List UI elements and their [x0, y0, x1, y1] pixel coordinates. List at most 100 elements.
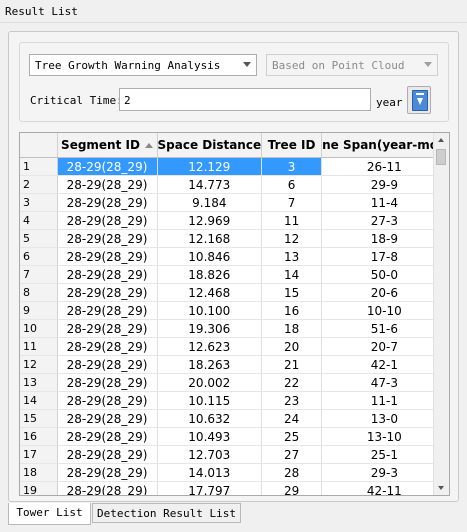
table-row[interactable]: 15 28-29(28_29) 10.632 24 13-0 [20, 409, 448, 428]
tree-id-cell[interactable]: 21 [261, 355, 323, 374]
table-row[interactable]: 12 28-29(28_29) 18.263 21 42-1 [20, 355, 448, 374]
table-row[interactable]: 10 28-29(28_29) 19.306 18 51-6 [20, 319, 448, 338]
segment-id-cell[interactable]: 28-29(28_29) [57, 193, 158, 212]
row-number-cell[interactable]: 10 [20, 319, 58, 338]
column-header-tree-id[interactable]: Tree ID [261, 133, 323, 158]
row-number-cell[interactable]: 16 [20, 427, 58, 446]
tree-id-cell[interactable]: 14 [261, 265, 323, 284]
row-number-cell[interactable]: 3 [20, 193, 58, 212]
time-span-cell[interactable]: 20-6 [321, 283, 448, 302]
row-number-cell[interactable]: 13 [20, 373, 58, 392]
time-span-cell[interactable]: 42-1 [321, 355, 448, 374]
time-span-cell[interactable]: 29-9 [321, 175, 448, 194]
time-span-cell[interactable]: 25-1 [321, 445, 448, 464]
space-distance-cell[interactable]: 18.826 [157, 265, 263, 284]
table-row[interactable]: 2 28-29(28_29) 14.773 6 29-9 [20, 175, 448, 194]
tree-id-cell[interactable]: 22 [261, 373, 323, 392]
tree-id-cell[interactable]: 24 [261, 409, 323, 428]
tree-id-cell[interactable]: 20 [261, 337, 323, 356]
table-row[interactable]: 1 28-29(28_29) 12.129 3 26-11 [20, 157, 448, 176]
space-distance-cell[interactable]: 12.623 [157, 337, 263, 356]
column-header-segment-id[interactable]: Segment ID [57, 133, 158, 158]
segment-id-cell[interactable]: 28-29(28_29) [57, 445, 158, 464]
tree-id-cell[interactable]: 29 [261, 481, 323, 495]
segment-id-cell[interactable]: 28-29(28_29) [57, 229, 158, 248]
tree-id-cell[interactable]: 16 [261, 301, 323, 320]
segment-id-cell[interactable]: 28-29(28_29) [57, 283, 158, 302]
tree-id-cell[interactable]: 23 [261, 391, 323, 410]
row-number-cell[interactable]: 15 [20, 409, 58, 428]
tab-detection-result-list[interactable]: Detection Result List [92, 503, 241, 523]
table-row[interactable]: 8 28-29(28_29) 12.468 15 20-6 [20, 283, 448, 302]
time-span-cell[interactable]: 20-7 [321, 337, 448, 356]
row-number-cell[interactable]: 11 [20, 337, 58, 356]
time-span-cell[interactable]: 17-8 [321, 247, 448, 266]
tree-id-cell[interactable]: 13 [261, 247, 323, 266]
table-row[interactable]: 4 28-29(28_29) 12.969 11 27-3 [20, 211, 448, 230]
time-span-cell[interactable]: 29-3 [321, 463, 448, 482]
table-row[interactable]: 9 28-29(28_29) 10.100 16 10-10 [20, 301, 448, 320]
segment-id-cell[interactable]: 28-29(28_29) [57, 355, 158, 374]
row-number-cell[interactable]: 14 [20, 391, 58, 410]
segment-id-cell[interactable]: 28-29(28_29) [57, 463, 158, 482]
space-distance-cell[interactable]: 12.468 [157, 283, 263, 302]
row-number-cell[interactable]: 4 [20, 211, 58, 230]
space-distance-cell[interactable]: 18.263 [157, 355, 263, 374]
tree-id-cell[interactable]: 25 [261, 427, 323, 446]
segment-id-cell[interactable]: 28-29(28_29) [57, 319, 158, 338]
time-span-cell[interactable]: 26-11 [321, 157, 448, 176]
space-distance-cell[interactable]: 14.013 [157, 463, 263, 482]
table-row[interactable]: 3 28-29(28_29) 9.184 7 11-4 [20, 193, 448, 212]
row-number-cell[interactable]: 2 [20, 175, 58, 194]
column-header-time-span[interactable]: ne Span(year-mon [321, 133, 448, 158]
tree-id-cell[interactable]: 7 [261, 193, 323, 212]
critical-time-input[interactable]: 2 [119, 88, 371, 111]
time-span-cell[interactable]: 51-6 [321, 319, 448, 338]
space-distance-cell[interactable]: 10.846 [157, 247, 263, 266]
row-number-cell[interactable]: 17 [20, 445, 58, 464]
table-row[interactable]: 16 28-29(28_29) 10.493 25 13-10 [20, 427, 448, 446]
row-number-cell[interactable]: 7 [20, 265, 58, 284]
row-number-cell[interactable]: 9 [20, 301, 58, 320]
row-number-cell[interactable]: 1 [20, 157, 58, 176]
space-distance-cell[interactable]: 12.969 [157, 211, 263, 230]
column-header-space-distance[interactable]: Space Distance [157, 133, 263, 158]
row-number-cell[interactable]: 18 [20, 463, 58, 482]
time-span-cell[interactable]: 10-10 [321, 301, 448, 320]
tree-id-cell[interactable]: 28 [261, 463, 323, 482]
segment-id-cell[interactable]: 28-29(28_29) [57, 247, 158, 266]
table-row[interactable]: 11 28-29(28_29) 12.623 20 20-7 [20, 337, 448, 356]
table-row[interactable]: 6 28-29(28_29) 10.846 13 17-8 [20, 247, 448, 266]
row-number-cell[interactable]: 8 [20, 283, 58, 302]
time-span-cell[interactable]: 27-3 [321, 211, 448, 230]
space-distance-cell[interactable]: 14.773 [157, 175, 263, 194]
time-span-cell[interactable]: 11-1 [321, 391, 448, 410]
space-distance-cell[interactable]: 12.703 [157, 445, 263, 464]
time-span-cell[interactable]: 42-11 [321, 481, 448, 495]
space-distance-cell[interactable]: 10.632 [157, 409, 263, 428]
analysis-type-select[interactable]: Tree Growth Warning Analysis [29, 54, 257, 76]
scroll-up-arrow-icon[interactable] [438, 138, 444, 142]
space-distance-cell[interactable]: 10.493 [157, 427, 263, 446]
tree-id-cell[interactable]: 11 [261, 211, 323, 230]
row-number-cell[interactable]: 19 [20, 481, 58, 495]
table-row[interactable]: 5 28-29(28_29) 12.168 12 18-9 [20, 229, 448, 248]
row-number-cell[interactable]: 5 [20, 229, 58, 248]
row-number-cell[interactable]: 12 [20, 355, 58, 374]
time-span-cell[interactable]: 11-4 [321, 193, 448, 212]
segment-id-cell[interactable]: 28-29(28_29) [57, 211, 158, 230]
segment-id-cell[interactable]: 28-29(28_29) [57, 175, 158, 194]
space-distance-cell[interactable]: 12.129 [157, 157, 263, 176]
segment-id-cell[interactable]: 28-29(28_29) [57, 265, 158, 284]
segment-id-cell[interactable]: 28-29(28_29) [57, 157, 158, 176]
time-span-cell[interactable]: 50-0 [321, 265, 448, 284]
table-row[interactable]: 18 28-29(28_29) 14.013 28 29-3 [20, 463, 448, 482]
table-row[interactable]: 14 28-29(28_29) 10.115 23 11-1 [20, 391, 448, 410]
space-distance-cell[interactable]: 9.184 [157, 193, 263, 212]
row-number-cell[interactable]: 6 [20, 247, 58, 266]
time-span-cell[interactable]: 13-10 [321, 427, 448, 446]
time-span-cell[interactable]: 13-0 [321, 409, 448, 428]
table-row[interactable]: 7 28-29(28_29) 18.826 14 50-0 [20, 265, 448, 284]
tree-id-cell[interactable]: 18 [261, 319, 323, 338]
space-distance-cell[interactable]: 10.115 [157, 391, 263, 410]
